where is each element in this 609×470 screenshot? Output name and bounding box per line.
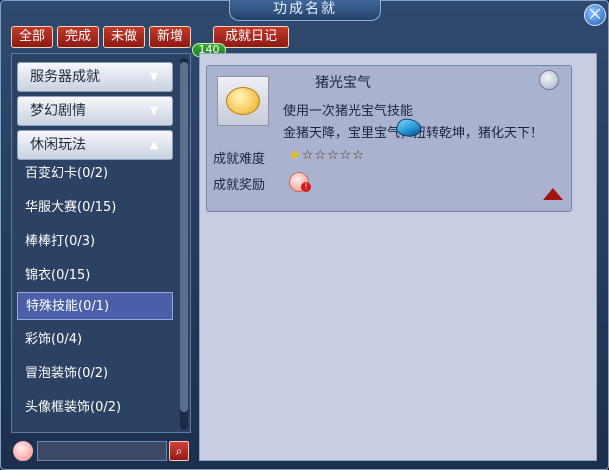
category-label: 休闲玩法 (30, 137, 86, 153)
achievement-desc-1: 使用一次猪光宝气技能 (283, 104, 414, 119)
sidebar-item-magic-cards[interactable]: 百变幻卡(0/2) (17, 160, 173, 188)
star-icon: ☆ (326, 148, 340, 163)
close-button[interactable]: ⨉ (584, 4, 606, 26)
tab-all[interactable]: 全部 (11, 26, 53, 48)
sidebar-scrollbar-thumb[interactable] (180, 62, 188, 412)
sidebar-item-brocade[interactable]: 锦衣(0/15) (17, 262, 173, 290)
tab-undone[interactable]: 未做 (103, 26, 145, 48)
sidebar-item-bangbang[interactable]: 棒棒打(0/3) (17, 228, 173, 256)
difficulty-stars: ★☆☆☆☆☆ (289, 148, 365, 163)
category-server-achievements[interactable]: 服务器成就 ▼ (17, 62, 173, 92)
search-input[interactable] (37, 441, 167, 461)
star-icon: ☆ (352, 148, 365, 163)
star-icon: ☆ (314, 148, 327, 163)
chevron-up-icon: ▲ (149, 138, 159, 151)
gold-pig-icon (226, 87, 260, 115)
achievement-title: 猪光宝气 (315, 75, 371, 91)
star-icon: ☆ (339, 148, 353, 163)
sidebar-item-bubble-decor[interactable]: 冒泡装饰(0/2) (17, 360, 173, 388)
star-icon: ★ (289, 148, 302, 163)
category-label: 梦幻剧情 (30, 103, 86, 119)
sidebar-item-costume-contest[interactable]: 华服大赛(0/15) (17, 194, 173, 222)
share-icon[interactable] (539, 70, 559, 90)
achievement-card: 猪光宝气 使用一次猪光宝气技能 金猪天降，宝里宝气，扭转乾坤，猪化天下！ 成就难… (206, 65, 572, 212)
achievement-window: 功成名就 ⨉ 全部 完成 未做 新增 成就日记 140 服务器成就 ▼ 梦幻剧情… (0, 0, 609, 470)
chevron-down-icon: ▼ (149, 70, 159, 83)
achievement-icon (217, 76, 269, 126)
reward-label: 成就奖励 (213, 178, 266, 193)
sidebar-item-special-skill[interactable]: 特殊技能(0/1) (17, 292, 173, 320)
tab-new[interactable]: 新增 (149, 26, 191, 48)
tab-completed[interactable]: 完成 (57, 26, 99, 48)
search-bar: ⌕ (11, 439, 191, 463)
sidebar-item-avatar-frame[interactable]: 头像框装饰(0/2) (17, 394, 173, 422)
peach-icon (13, 441, 33, 461)
difficulty-label: 成就难度 (213, 152, 266, 167)
window-title: 功成名就 (229, 0, 381, 21)
titlebar: 功成名就 ⨉ (1, 0, 609, 26)
details-panel: 猪光宝气 使用一次猪光宝气技能 金猪天降，宝里宝气，扭转乾坤，猪化天下！ 成就难… (199, 53, 597, 461)
collapse-arrow-icon[interactable] (543, 188, 563, 200)
category-sidebar: 服务器成就 ▼ 梦幻剧情 ▼ 休闲玩法 ▲ 百变幻卡(0/2) 华服大赛(0/1… (11, 53, 191, 433)
chevron-down-icon: ▼ (149, 104, 159, 117)
reward-alert-badge: ! (301, 182, 311, 192)
sidebar-scrollbar[interactable] (180, 58, 188, 430)
category-label: 服务器成就 (30, 69, 100, 85)
star-icon: ☆ (301, 148, 315, 163)
category-story[interactable]: 梦幻剧情 ▼ (17, 96, 173, 126)
category-leisure[interactable]: 休闲玩法 ▲ (17, 130, 173, 160)
search-icon: ⌕ (175, 444, 183, 458)
sidebar-item-decorations[interactable]: 彩饰(0/4) (17, 326, 173, 354)
search-button[interactable]: ⌕ (169, 441, 189, 461)
